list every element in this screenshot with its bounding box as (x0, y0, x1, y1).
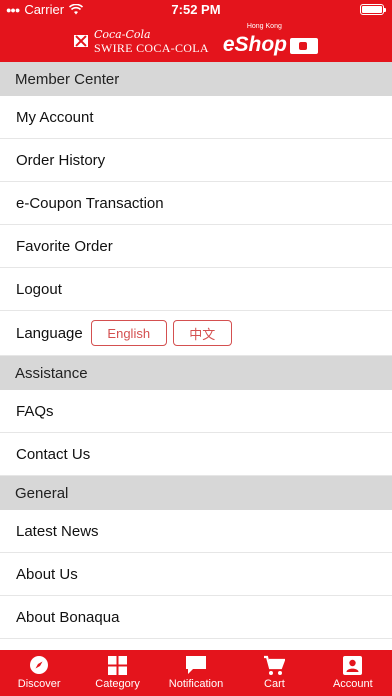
chat-icon (185, 654, 207, 676)
swire-coca-cola-name: SWIRE COCA-COLA (93, 40, 209, 55)
truck-icon (290, 38, 318, 54)
status-time: 7:52 PM (171, 2, 221, 17)
tab-cart-label: Cart (264, 678, 285, 690)
row-language: Language English 中文 (0, 311, 392, 356)
status-bar: ●●● Carrier 7:52 PM (0, 0, 392, 20)
tab-bar: Discover Category Notification Cart Acco… (0, 650, 392, 696)
language-english-button[interactable]: English (90, 320, 167, 346)
language-label: Language (16, 324, 83, 342)
tab-category[interactable]: Category (78, 650, 156, 696)
row-e-coupon-transaction[interactable]: e-Coupon Transaction (0, 182, 392, 225)
row-latest-news[interactable]: Latest News (0, 510, 392, 553)
compass-icon (28, 654, 50, 676)
battery-icon (360, 4, 386, 15)
tab-discover-label: Discover (17, 678, 61, 690)
brand-logo: Coca-Cola SWIRE COCA-COLA Hong Kong eSho… (0, 23, 392, 58)
tab-discover[interactable]: Discover (0, 650, 78, 696)
grid-icon (107, 654, 129, 676)
tab-account-label: Account (332, 678, 373, 690)
row-about-bonaqua[interactable]: About Bonaqua (0, 596, 392, 639)
section-general: General (0, 476, 392, 510)
row-favorite-order[interactable]: Favorite Order (0, 225, 392, 268)
row-order-history[interactable]: Order History (0, 139, 392, 182)
settings-list: Member Center My Account Order History e… (0, 62, 392, 650)
eshop-region: Hong Kong (246, 23, 282, 30)
tab-notification-label: Notification (168, 678, 224, 690)
section-member-center: Member Center (0, 62, 392, 96)
tab-account[interactable]: Account (314, 650, 392, 696)
coca-cola-script: Coca-Cola (93, 27, 151, 41)
account-icon (342, 654, 364, 676)
eshop-logo: Hong Kong eShop (223, 23, 318, 57)
row-about-us[interactable]: About Us (0, 553, 392, 596)
section-assistance: Assistance (0, 356, 392, 390)
swire-flag-icon (73, 35, 88, 47)
row-my-account[interactable]: My Account (0, 96, 392, 139)
row-faqs[interactable]: FAQs (0, 390, 392, 433)
swire-logo: Coca-Cola SWIRE COCA-COLA (73, 27, 209, 55)
row-logout[interactable]: Logout (0, 268, 392, 311)
cart-icon (263, 654, 286, 676)
row-contact-us[interactable]: Contact Us (0, 433, 392, 476)
tab-category-label: Category (95, 678, 140, 690)
language-chinese-button[interactable]: 中文 (172, 320, 232, 346)
tab-notification[interactable]: Notification (157, 650, 235, 696)
tab-cart[interactable]: Cart (235, 650, 313, 696)
